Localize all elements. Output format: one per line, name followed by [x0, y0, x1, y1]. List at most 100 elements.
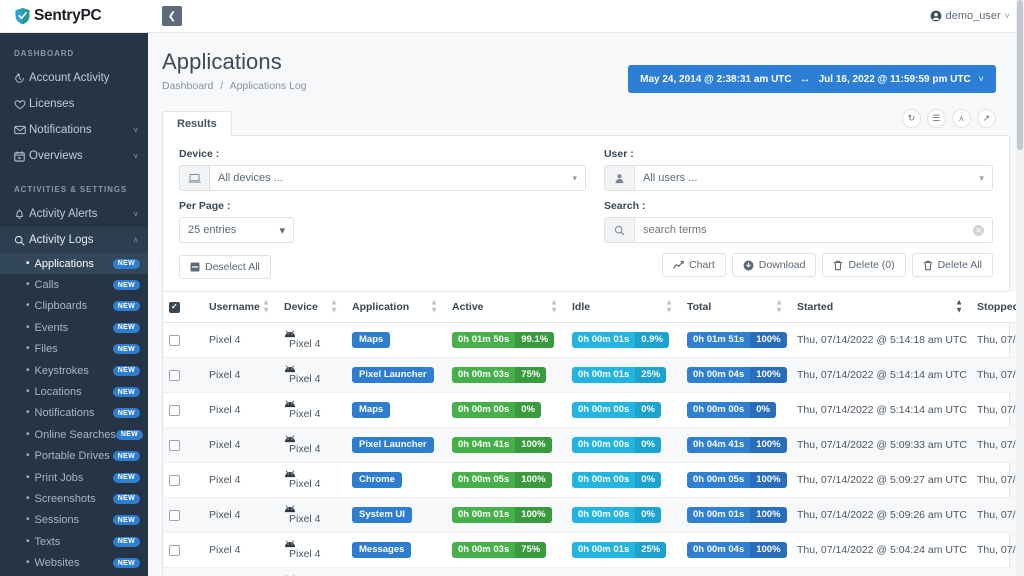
- cell-username: Pixel 4: [203, 532, 278, 568]
- row-checkbox[interactable]: [169, 439, 180, 451]
- row-checkbox[interactable]: [169, 369, 180, 381]
- device-select[interactable]: All devices ... ▾: [179, 165, 586, 191]
- idle-time: 0h 00m 01s: [572, 541, 636, 559]
- delete-button[interactable]: Delete (0): [822, 253, 906, 277]
- delete-all-button[interactable]: Delete All: [911, 253, 993, 277]
- row-checkbox-cell[interactable]: [163, 567, 203, 576]
- select-all-checkbox[interactable]: [169, 301, 180, 313]
- application-badge[interactable]: Messages: [352, 541, 412, 559]
- device-select-field[interactable]: All devices ... ▾: [209, 165, 586, 191]
- sidebar-collapse-button[interactable]: ❮: [162, 6, 182, 26]
- sidebar-subitem-locations[interactable]: • Locations NEW: [0, 381, 148, 402]
- date-range-picker[interactable]: May 24, 2014 @ 2:38:31 am UTC ↔ Jul 16, …: [628, 65, 996, 93]
- deselect-all-button[interactable]: Deselect All: [179, 255, 271, 279]
- sort-icon[interactable]: ▲ ▼: [262, 298, 270, 316]
- sort-icon[interactable]: ▲ ▼: [550, 298, 558, 316]
- expand-button[interactable]: ↗: [976, 109, 996, 128]
- application-badge[interactable]: Maps: [352, 331, 391, 349]
- row-checkbox-cell[interactable]: [163, 462, 203, 498]
- tab-results[interactable]: Results: [162, 111, 232, 136]
- sidebar-subitem-keystrokes[interactable]: • Keystrokes NEW: [0, 360, 148, 381]
- table-row[interactable]: Pixel 4 Pixel 4 Pixel Launcher 0h 04m 41s 10…: [163, 427, 1024, 463]
- sidebar-item-label: Activity Logs: [29, 234, 94, 246]
- sidebar-item-activity-alerts[interactable]: Activity Alerts ˅: [0, 201, 148, 227]
- application-badge[interactable]: Pixel Launcher: [352, 436, 434, 454]
- sort-icon[interactable]: ▲ ▼: [330, 298, 338, 316]
- sidebar-item-overviews[interactable]: Overviews ˅: [0, 143, 148, 169]
- sort-icon[interactable]: ▲ ▼: [665, 298, 673, 316]
- brand-logo[interactable]: SentryPC: [0, 0, 148, 33]
- clear-search-icon[interactable]: ✕: [972, 224, 984, 236]
- app-root: SentryPC DASHBOARD Account Activity Lice…: [0, 0, 1024, 576]
- cell-device: Pixel 4: [278, 427, 346, 463]
- sort-icon[interactable]: ▲ ▼: [775, 298, 783, 316]
- sidebar-item-notifications[interactable]: Notifications ˅: [0, 117, 148, 143]
- table-row[interactable]: Pixel 4 Pixel 4 Pixel Launcher 0h 00m 03s 75…: [163, 357, 1024, 393]
- table-row[interactable]: Pixel 4 Pixel 4 Maps 0h 01m 50s 99.1% 0h 00m …: [163, 322, 1024, 358]
- row-checkbox[interactable]: [169, 334, 180, 346]
- column-header-idle[interactable]: Idle ▲ ▼: [566, 292, 681, 323]
- column-header-started[interactable]: Started ▲ ▼: [791, 292, 971, 323]
- sidebar-subitem-events[interactable]: • Events NEW: [0, 317, 148, 338]
- sort-icon[interactable]: ▲ ▼: [430, 298, 438, 316]
- sidebar-item-activity-logs[interactable]: Activity Logs ˄: [0, 227, 148, 253]
- sidebar-subitem-sessions[interactable]: • Sessions NEW: [0, 510, 148, 531]
- row-checkbox-cell[interactable]: [163, 357, 203, 393]
- user-select-field[interactable]: All users ... ▾: [633, 165, 993, 191]
- sidebar-subitem-screenshots[interactable]: • Screenshots NEW: [0, 488, 148, 509]
- user-menu[interactable]: demo_user ˅: [930, 10, 1024, 22]
- sort-icon[interactable]: ▲ ▼: [955, 298, 963, 316]
- row-checkbox-cell[interactable]: [163, 392, 203, 428]
- column-header-device[interactable]: Device ▲ ▼: [278, 292, 346, 323]
- search-input[interactable]: [642, 224, 973, 236]
- sidebar-item-account-activity[interactable]: Account Activity: [0, 65, 148, 91]
- sidebar-subitem-calls[interactable]: • Calls NEW: [0, 274, 148, 295]
- refresh-button[interactable]: ↻: [901, 109, 921, 128]
- page-scrollbar[interactable]: [1015, 0, 1024, 576]
- application-badge[interactable]: Maps: [352, 401, 391, 419]
- bullet-icon: •: [26, 300, 30, 312]
- options-button[interactable]: ☰: [926, 109, 946, 128]
- sidebar-scrollbar[interactable]: [140, 0, 148, 576]
- row-checkbox-cell[interactable]: [163, 497, 203, 533]
- sidebar-subitem-print-jobs[interactable]: • Print Jobs NEW: [0, 467, 148, 488]
- application-badge[interactable]: Chrome: [352, 471, 402, 489]
- sidebar-subitem-applications[interactable]: • Applications NEW: [0, 253, 148, 275]
- sidebar-subitem-websites[interactable]: • Websites NEW: [0, 552, 148, 573]
- sidebar-subitem-portable-drives[interactable]: • Portable Drives NEW: [0, 446, 148, 467]
- row-checkbox[interactable]: [169, 544, 180, 556]
- row-checkbox-cell[interactable]: [163, 532, 203, 568]
- table-row[interactable]: Pixel 4 Pixel 4 Chrome 0h 00m 05s 100% 0h 00m…: [163, 462, 1024, 498]
- sidebar-subitem-online-searches[interactable]: • Online Searches NEW: [0, 424, 148, 445]
- user-select[interactable]: All users ... ▾: [603, 165, 993, 191]
- row-checkbox[interactable]: [169, 509, 180, 521]
- row-checkbox-cell[interactable]: [163, 427, 203, 463]
- column-header-label: Device: [284, 301, 318, 313]
- sidebar-subitem-files[interactable]: • Files NEW: [0, 339, 148, 360]
- column-header-active[interactable]: Active ▲ ▼: [446, 292, 566, 323]
- table-row[interactable]: Pixel 4 Pixel 4 Maps 0h 00m 00s 0% 0h 00m 00s…: [163, 392, 1024, 428]
- row-checkbox-cell[interactable]: [163, 322, 203, 358]
- sidebar-subitem-clipboards[interactable]: • Clipboards NEW: [0, 296, 148, 317]
- chart-button[interactable]: Chart: [662, 253, 726, 277]
- table-row[interactable]: Pixel 4 Pixel 4 Messages 0h 00m 03s 75% 0h 00…: [163, 532, 1024, 568]
- column-header-total[interactable]: Total ▲ ▼: [681, 292, 791, 323]
- sidebar-subitem-notifications[interactable]: • Notifications NEW: [0, 403, 148, 424]
- collapse-up-button[interactable]: ˄: [951, 109, 971, 128]
- table-row[interactable]: Pixel 4Pixel 4Pixel Launcher0h 00m 01s10…: [163, 567, 1024, 576]
- row-checkbox[interactable]: [169, 474, 180, 486]
- sidebar-item-licenses[interactable]: Licenses: [0, 91, 148, 117]
- column-header-application[interactable]: Application ▲ ▼: [346, 292, 446, 323]
- new-badge: NEW: [112, 451, 140, 462]
- search-group[interactable]: ✕: [603, 217, 993, 243]
- application-badge[interactable]: Pixel Launcher: [352, 366, 434, 384]
- search-input-wrap[interactable]: ✕: [633, 217, 993, 243]
- sidebar-subitem-texts[interactable]: • Texts NEW: [0, 531, 148, 552]
- breadcrumb-root[interactable]: Dashboard: [162, 80, 213, 92]
- column-header-username[interactable]: Username ▲ ▼: [203, 292, 278, 323]
- application-badge[interactable]: System UI: [352, 506, 412, 524]
- row-checkbox[interactable]: [169, 404, 180, 416]
- table-row[interactable]: Pixel 4 Pixel 4 System UI 0h 00m 01s 100% 0h …: [163, 497, 1024, 533]
- download-button[interactable]: Download: [731, 253, 817, 277]
- per-page-select[interactable]: 25 entries ▾: [179, 217, 294, 243]
